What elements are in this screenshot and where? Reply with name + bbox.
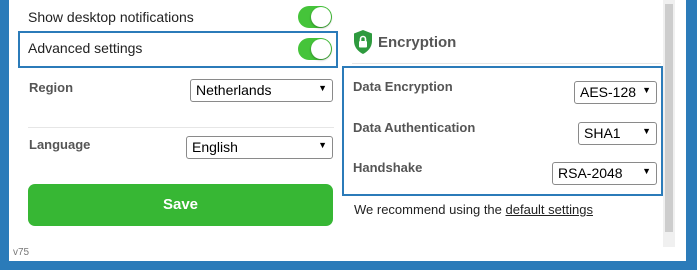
scrollbar-thumb[interactable] <box>665 4 673 232</box>
shield-lock-icon <box>354 30 372 54</box>
handshake-value: RSA-2048 <box>558 165 623 181</box>
default-settings-link[interactable]: default settings <box>506 202 593 217</box>
encryption-title: Encryption <box>378 34 457 51</box>
data-encryption-label: Data Encryption <box>353 79 453 94</box>
data-encryption-select[interactable]: AES-128 ▼ <box>574 81 657 104</box>
chevron-down-icon: ▼ <box>642 166 651 176</box>
chevron-down-icon: ▼ <box>642 85 651 95</box>
region-label: Region <box>29 80 74 95</box>
region-select[interactable]: Netherlands ▼ <box>190 79 333 102</box>
language-select[interactable]: English ▼ <box>186 136 333 159</box>
toggle-knob <box>311 39 331 59</box>
divider <box>352 63 661 64</box>
desktop-notifications-label: Show desktop notifications <box>28 9 194 25</box>
data-encryption-value: AES-128 <box>580 84 637 100</box>
data-authentication-label: Data Authentication <box>353 120 476 135</box>
save-button[interactable]: Save <box>28 184 333 226</box>
toggle-knob <box>311 7 331 27</box>
chevron-down-icon: ▼ <box>318 83 327 93</box>
language-label: Language <box>29 137 91 152</box>
handshake-select[interactable]: RSA-2048 ▼ <box>552 162 657 185</box>
chevron-down-icon: ▼ <box>642 126 651 136</box>
language-value: English <box>192 139 238 155</box>
data-authentication-select[interactable]: SHA1 ▼ <box>578 122 657 145</box>
window-frame-bottom <box>0 261 697 270</box>
desktop-notifications-toggle[interactable] <box>298 6 332 28</box>
recommend-prefix: We recommend using the <box>354 202 502 217</box>
handshake-label: Handshake <box>353 160 423 175</box>
advanced-settings-toggle[interactable] <box>298 38 332 60</box>
data-authentication-value: SHA1 <box>584 125 621 141</box>
divider <box>28 127 334 128</box>
window-frame-right <box>686 0 697 270</box>
version-label: v75 <box>13 247 30 258</box>
advanced-settings-label: Advanced settings <box>28 40 143 56</box>
window-frame-left <box>0 0 9 270</box>
region-value: Netherlands <box>196 82 272 98</box>
chevron-down-icon: ▼ <box>318 140 327 150</box>
recommend-text: We recommend using the default settings <box>354 202 593 217</box>
